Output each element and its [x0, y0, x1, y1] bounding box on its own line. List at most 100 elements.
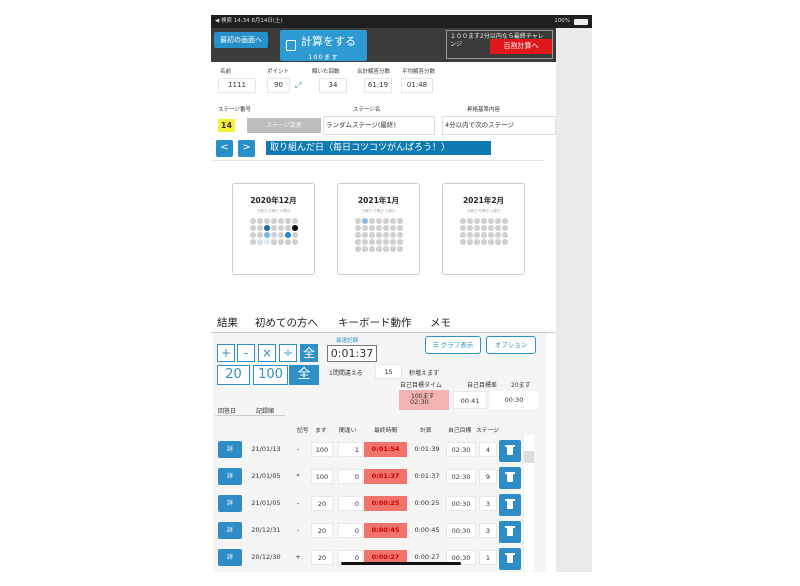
calendar-day-dot [270, 218, 277, 224]
detail-button[interactable]: 詳 [218, 522, 242, 539]
sort-by-date-tab[interactable]: 回答日 [218, 406, 236, 415]
calendar-day-dot [389, 245, 396, 252]
tab-keyboard[interactable]: キーボード動作 [338, 315, 412, 330]
col-final-header: 最終時間 [374, 428, 398, 434]
option-button[interactable]: オプション [486, 336, 536, 354]
table-scrollbar[interactable] [523, 435, 534, 571]
avg-value: 01:48 [401, 78, 433, 93]
status-left: ◀ 検索 14:34 8月14日(土) [215, 18, 283, 24]
calendar-day-dot [270, 231, 277, 238]
op-times-button[interactable]: × [258, 344, 276, 362]
calendar-weekdays: 日曜日 月曜日 火曜日 [361, 209, 396, 213]
calendar-day-dot [396, 224, 403, 231]
tab-results[interactable]: 結果 [217, 315, 238, 330]
solved-value: 34 [319, 78, 347, 93]
calendar-day-dot [284, 238, 291, 245]
delete-button[interactable] [499, 521, 521, 543]
graph-button[interactable]: ☰ グラフ表示 [425, 336, 481, 354]
status-bar: ◀ 検索 14:34 8月14日(土) 100% [211, 15, 592, 28]
calendar-day-dot [382, 238, 389, 245]
stage-name-label: ステージ名 [353, 107, 381, 113]
tab-memo[interactable]: メモ [430, 315, 451, 330]
expand-icon[interactable]: ⤢ [295, 81, 301, 91]
hyakuwari-button[interactable]: 百割計算へ [490, 39, 552, 54]
calculate-sublabel: 100ます [308, 53, 339, 61]
target-diff-label: 自己目標差 [467, 382, 498, 389]
calculate-button[interactable]: 計算をする 100ます [280, 30, 367, 61]
size-20-button[interactable]: 20 [217, 365, 250, 385]
op-minus-button[interactable]: - [237, 344, 255, 362]
calendar-day-dot [382, 245, 389, 252]
calendar-day-dot [460, 231, 466, 238]
delete-button[interactable] [499, 467, 521, 489]
list-icon: ☰ [432, 341, 441, 349]
calendar-next-button[interactable]: > [238, 140, 255, 157]
row-mistakes: 1 [338, 442, 363, 457]
calendar-day-dot [368, 218, 375, 224]
penalty-label: 1問間違える [329, 370, 363, 377]
row-final-time: 0:01:54 [364, 442, 407, 457]
stage-change-button[interactable]: ステージ変更 [247, 118, 321, 133]
header-bar: 最初の画面へ 計算をする 100ます １００ます2分以内なら最終チャレンジ 百割… [211, 28, 556, 62]
op-divide-button[interactable]: ÷ [279, 344, 297, 362]
calendar-banner: 取り組んだ日（毎日コツコツがんばろう！） [266, 141, 491, 155]
battery-icon [574, 19, 588, 25]
size-100-button[interactable]: 100 [253, 365, 288, 385]
avg-label: 平均解答分数 [402, 69, 436, 75]
calendar-day-dot [355, 224, 361, 231]
detail-button[interactable]: 詳 [218, 549, 242, 566]
calendar-day-dot [375, 224, 382, 231]
calendar-day-dot [473, 224, 480, 231]
detail-button[interactable]: 詳 [218, 495, 242, 512]
calendar-day-dot [256, 238, 263, 245]
penalty-suffix: 秒増えます [409, 370, 440, 377]
calendar-dots [460, 218, 509, 245]
detail-button[interactable]: 詳 [218, 468, 242, 485]
row-target: 02:30 [446, 469, 476, 484]
calendar-day-dot [389, 218, 396, 224]
detail-button[interactable]: 詳 [218, 441, 242, 458]
sort-by-record-tab[interactable]: 記録順 [256, 406, 274, 415]
calendar-day-dot [466, 231, 473, 238]
first-screen-button[interactable]: 最初の画面へ [214, 32, 268, 48]
calendar-day-dot [480, 224, 487, 231]
row-operator: + [295, 553, 301, 561]
calendar-day-dot [277, 218, 284, 224]
size-all-button[interactable]: 全 [289, 365, 319, 385]
calendar-day-dot [466, 218, 473, 224]
calendar-prev-button[interactable]: < [216, 140, 233, 157]
tab-beginners[interactable]: 初めての方へ [255, 315, 318, 330]
graph-button-label: グラフ表示 [440, 341, 474, 349]
calendar-day-dot [396, 231, 403, 238]
calendar-day-dot [284, 218, 291, 224]
calendar-day-dot [466, 224, 473, 231]
calendar-day-dot [460, 238, 466, 245]
delete-button[interactable] [499, 548, 521, 570]
calendar-weekdays: 日曜日 月曜日 火曜日 [256, 209, 291, 213]
col-calc-header: 計算 [420, 428, 432, 434]
calendar-month: 2021年2月 日曜日 月曜日 火曜日 [442, 183, 525, 275]
calendar-day-dot [368, 231, 375, 238]
target-time-label: 自己目標タイム [400, 382, 442, 389]
row-size: 20 [311, 496, 333, 511]
col-mistakes-header: 間違い [339, 428, 357, 434]
op-all-button[interactable]: 全 [300, 344, 318, 362]
calendar-day-dot [382, 231, 389, 238]
calendar-day-dot [382, 224, 389, 231]
calendar-day-dot [263, 218, 270, 224]
op-plus-button[interactable]: + [217, 344, 235, 362]
calendar-month-title: 2020年12月 [250, 196, 297, 205]
delete-button[interactable] [499, 440, 521, 462]
calendar-day-dot [382, 218, 389, 224]
size-20-target-label: 20ます [511, 382, 531, 389]
calendar-day-dot [355, 218, 361, 224]
penalty-seconds-input[interactable]: 15 [375, 364, 402, 379]
calendar-month-title: 2021年1月 [357, 196, 400, 205]
calendar-day-dot [355, 245, 361, 252]
scrollbar-thumb[interactable] [524, 451, 534, 463]
calendar-day-dot [270, 224, 277, 231]
delete-button[interactable] [499, 494, 521, 516]
calendar-day-dot [460, 218, 466, 224]
calendar-day-dot [263, 224, 270, 231]
points-value: 90 [267, 78, 290, 93]
